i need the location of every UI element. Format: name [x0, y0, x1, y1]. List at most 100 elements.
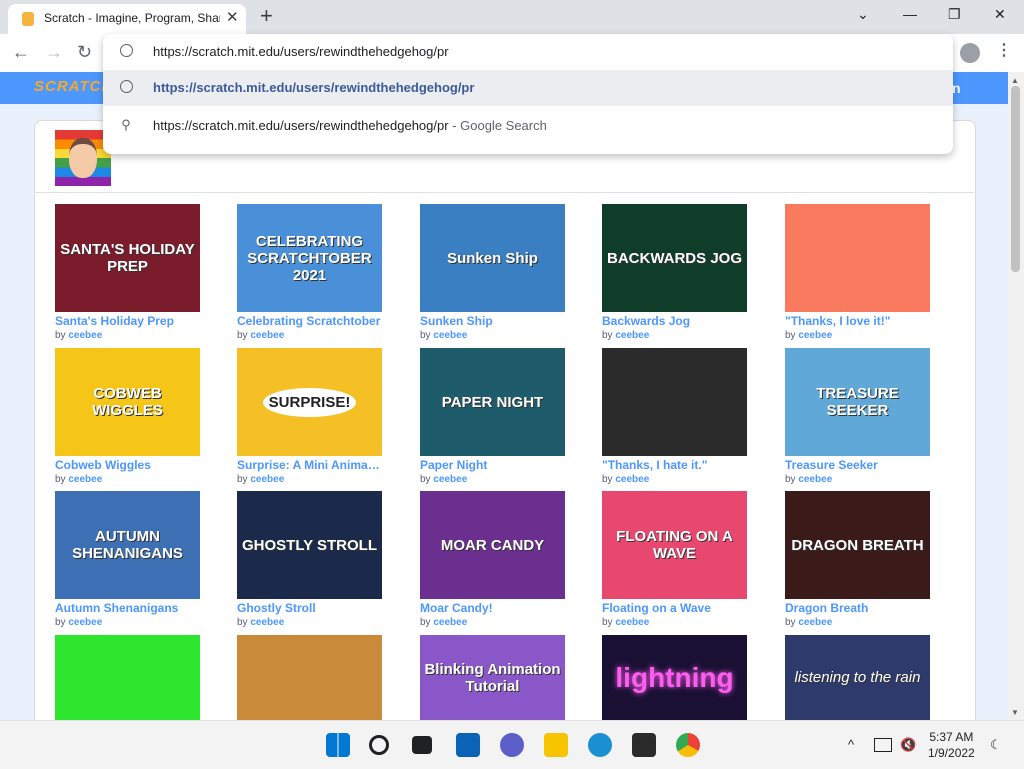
author-link[interactable]: ceebee	[615, 617, 649, 628]
project-title[interactable]: Floating on a Wave	[602, 601, 748, 615]
project-card[interactable]	[55, 635, 201, 720]
project-card[interactable]: "Thanks, I love it!" by ceebee	[785, 204, 931, 341]
project-card[interactable]: lightning	[602, 635, 748, 720]
browser-menu-icon[interactable]: ⋮	[996, 41, 1012, 61]
widgets-icon[interactable]	[456, 733, 480, 757]
author-link[interactable]: ceebee	[615, 330, 649, 341]
project-card[interactable]: SANTA'S HOLIDAY PREP Santa's Holiday Prep…	[55, 204, 201, 341]
project-thumbnail[interactable]: AUTUMN SHENANIGANS	[55, 491, 200, 599]
project-thumbnail[interactable]: GHOSTLY STROLL	[237, 491, 382, 599]
project-thumbnail[interactable]: Blinking Animation Tutorial	[420, 635, 565, 720]
system-clock[interactable]: 5:37 AM 1/9/2022	[928, 729, 975, 761]
project-thumbnail[interactable]: Sunken Ship	[420, 204, 565, 312]
project-card[interactable]: BACKWARDS JOG Backwards Jog by ceebee	[602, 204, 748, 341]
tab-close-icon[interactable]: ✕	[226, 9, 239, 27]
project-card[interactable]: MOAR CANDY Moar Candy! by ceebee	[420, 491, 566, 628]
project-title[interactable]: Moar Candy!	[420, 601, 566, 615]
nav-sign-in-link[interactable]: n	[952, 80, 961, 96]
minimize-button[interactable]: —	[903, 6, 917, 22]
project-card[interactable]: TREASURE SEEKER Treasure Seeker by ceebee	[785, 348, 931, 485]
project-thumbnail[interactable]: PAPER NIGHT	[420, 348, 565, 456]
project-title[interactable]: Dragon Breath	[785, 601, 931, 615]
volume-icon[interactable]: 🔇	[900, 737, 916, 753]
windows-start-icon[interactable]	[326, 733, 350, 757]
project-card[interactable]: Blinking Animation Tutorial	[420, 635, 566, 720]
tray-chevron-icon[interactable]: ^	[848, 737, 854, 752]
new-tab-button[interactable]: +	[260, 4, 273, 28]
project-title[interactable]: Autumn Shenanigans	[55, 601, 201, 615]
project-thumbnail[interactable]: COBWEB WIGGLES	[55, 348, 200, 456]
project-thumbnail[interactable]	[602, 348, 747, 456]
project-card[interactable]: COBWEB WIGGLES Cobweb Wiggles by ceebee	[55, 348, 201, 485]
author-link[interactable]: ceebee	[68, 330, 102, 341]
project-card[interactable]	[237, 635, 383, 720]
project-title[interactable]: Celebrating Scratchtober	[237, 314, 383, 328]
project-thumbnail[interactable]	[55, 635, 200, 720]
project-thumbnail[interactable]: SURPRISE!	[237, 348, 382, 456]
project-thumbnail[interactable]: SANTA'S HOLIDAY PREP	[55, 204, 200, 312]
project-title[interactable]: Sunken Ship	[420, 314, 566, 328]
project-title[interactable]: Paper Night	[420, 458, 566, 472]
project-title[interactable]: "Thanks, I love it!"	[785, 314, 931, 328]
project-thumbnail[interactable]	[785, 204, 930, 312]
project-thumbnail[interactable]: FLOATING ON A WAVE	[602, 491, 747, 599]
project-card[interactable]: CELEBRATING SCRATCHTOBER 2021 Celebrating…	[237, 204, 383, 341]
task-view-icon[interactable]	[412, 736, 432, 754]
author-link[interactable]: ceebee	[250, 474, 284, 485]
project-thumbnail[interactable]: BACKWARDS JOG	[602, 204, 747, 312]
project-card[interactable]: SURPRISE! Surprise: A Mini Animation by ce…	[237, 348, 383, 485]
author-link[interactable]: ceebee	[433, 617, 467, 628]
project-thumbnail[interactable]: lightning	[602, 635, 747, 720]
project-card[interactable]: Sunken Ship Sunken Ship by ceebee	[420, 204, 566, 341]
scrollbar-thumb[interactable]	[1011, 86, 1020, 272]
network-icon[interactable]	[874, 738, 892, 752]
microsoft-store-icon[interactable]	[632, 733, 656, 757]
author-link[interactable]: ceebee	[798, 330, 832, 341]
project-card[interactable]: DRAGON BREATH Dragon Breath by ceebee	[785, 491, 931, 628]
project-title[interactable]: "Thanks, I hate it."	[602, 458, 748, 472]
project-card[interactable]: listening to the rain	[785, 635, 931, 720]
author-link[interactable]: ceebee	[250, 617, 284, 628]
scratch-logo[interactable]: SCRATCH	[34, 78, 113, 95]
author-link[interactable]: ceebee	[433, 330, 467, 341]
reload-button[interactable]: ↻	[77, 42, 92, 62]
project-card[interactable]: AUTUMN SHENANIGANS Autumn Shenanigans by c…	[55, 491, 201, 628]
author-link[interactable]: ceebee	[68, 617, 102, 628]
tab-search-icon[interactable]: ⌄	[857, 6, 869, 23]
project-thumbnail[interactable]: MOAR CANDY	[420, 491, 565, 599]
chrome-icon[interactable]	[676, 733, 700, 757]
project-card[interactable]: "Thanks, I hate it." by ceebee	[602, 348, 748, 485]
address-bar[interactable]: https://scratch.mit.edu/users/rewindtheh…	[103, 34, 953, 70]
maximize-button[interactable]: ❐	[948, 6, 961, 23]
scroll-up-icon[interactable]: ▲	[1011, 76, 1019, 85]
author-link[interactable]: ceebee	[68, 474, 102, 485]
file-explorer-icon[interactable]	[544, 733, 568, 757]
project-title[interactable]: Treasure Seeker	[785, 458, 931, 472]
project-thumbnail[interactable]: TREASURE SEEKER	[785, 348, 930, 456]
project-title[interactable]: Santa's Holiday Prep	[55, 314, 201, 328]
project-card[interactable]: FLOATING ON A WAVE Floating on a Wave by c…	[602, 491, 748, 628]
teams-chat-icon[interactable]	[500, 733, 524, 757]
notifications-icon[interactable]: ☾	[990, 737, 1002, 753]
back-button[interactable]: ←	[12, 42, 30, 62]
omnibox-suggestion-url[interactable]: https://scratch.mit.edu/users/rewindtheh…	[103, 70, 953, 106]
author-link[interactable]: ceebee	[798, 617, 832, 628]
project-thumbnail[interactable]: DRAGON BREATH	[785, 491, 930, 599]
author-link[interactable]: ceebee	[250, 330, 284, 341]
profile-avatar-icon[interactable]	[960, 43, 980, 63]
edge-browser-icon[interactable]	[588, 733, 612, 757]
address-input[interactable]: https://scratch.mit.edu/users/rewindtheh…	[153, 44, 449, 59]
project-thumbnail[interactable]: listening to the rain	[785, 635, 930, 720]
close-window-button[interactable]: ✕	[994, 6, 1006, 23]
author-link[interactable]: ceebee	[798, 474, 832, 485]
project-title[interactable]: Backwards Jog	[602, 314, 748, 328]
forward-button[interactable]: →	[45, 42, 63, 62]
project-card[interactable]: GHOSTLY STROLL Ghostly Stroll by ceebee	[237, 491, 383, 628]
author-link[interactable]: ceebee	[433, 474, 467, 485]
scroll-down-icon[interactable]: ▼	[1011, 708, 1019, 717]
project-title[interactable]: Ghostly Stroll	[237, 601, 383, 615]
project-card[interactable]: PAPER NIGHT Paper Night by ceebee	[420, 348, 566, 485]
project-title[interactable]: Surprise: A Mini Animation	[237, 458, 383, 472]
author-link[interactable]: ceebee	[615, 474, 649, 485]
omnibox-suggestion-search[interactable]: ⚲ https://scratch.mit.edu/users/rewindth…	[103, 108, 953, 144]
